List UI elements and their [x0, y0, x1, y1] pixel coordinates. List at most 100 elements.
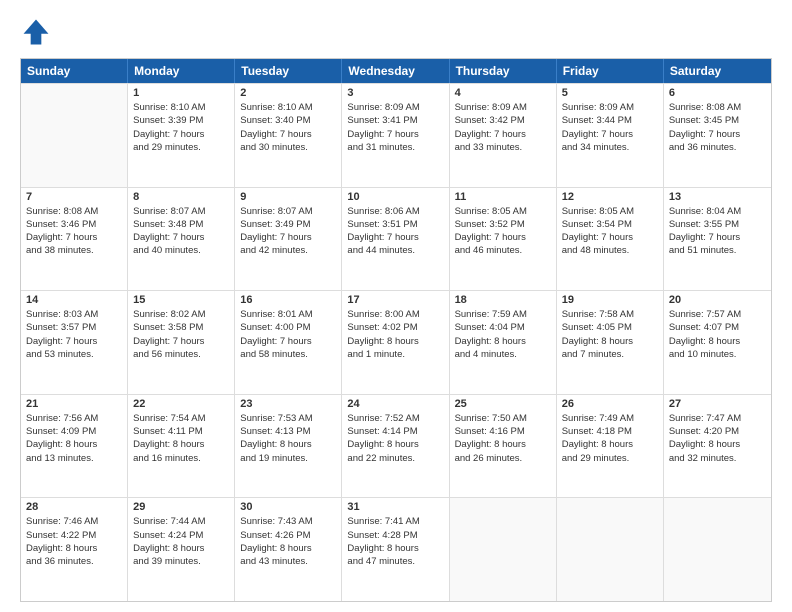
calendar-cell: 25Sunrise: 7:50 AM Sunset: 4:16 PM Dayli… — [450, 395, 557, 498]
calendar-cell: 17 Sunrise: 8:00 AM Sunset: 4:02 PM Dayli… — [342, 291, 449, 394]
page: SundayMondayTuesdayWednesdayThursdayFrid… — [0, 0, 792, 612]
cell-detail: Sunrise: 8:04 AM Sunset: 3:55 PM Dayligh… — [669, 205, 766, 258]
calendar-cell — [664, 498, 771, 601]
calendar-cell: 13 Sunrise: 8:04 AM Sunset: 3:55 PM Dayli… — [664, 188, 771, 291]
calendar-cell: 26 Sunrise: 7:49 AM Sunset: 4:18 PM Dayli… — [557, 395, 664, 498]
cell-detail: Sunrise: 8:10 AM Sunset: 3:39 PM Dayligh… — [133, 101, 229, 154]
header-day-friday: Friday — [557, 59, 664, 83]
cell-detail: Sunrise: 7:57 AM Sunset: 4:07 PM Dayligh… — [669, 308, 766, 361]
calendar-cell: 15 Sunrise: 8:02 AM Sunset: 3:58 PM Dayli… — [128, 291, 235, 394]
cell-detail: Sunrise: 7:41 AM Sunset: 4:28 PM Dayligh… — [347, 515, 443, 568]
header-day-tuesday: Tuesday — [235, 59, 342, 83]
calendar-cell: 21 Sunrise: 7:56 AM Sunset: 4:09 PM Dayli… — [21, 395, 128, 498]
cell-detail: Sunrise: 7:49 AM Sunset: 4:18 PM Dayligh… — [562, 412, 658, 465]
cell-detail: Sunrise: 7:44 AM Sunset: 4:24 PM Dayligh… — [133, 515, 229, 568]
cell-detail: Sunrise: 8:01 AM Sunset: 4:00 PM Dayligh… — [240, 308, 336, 361]
day-number: 7 — [26, 191, 122, 203]
header-day-thursday: Thursday — [450, 59, 557, 83]
cell-detail: Sunrise: 7:50 AM Sunset: 4:16 PM Dayligh… — [455, 412, 551, 465]
day-number: 31 — [347, 501, 443, 513]
calendar-cell: 19Sunrise: 7:58 AM Sunset: 4:05 PM Dayli… — [557, 291, 664, 394]
day-number: 9 — [240, 191, 336, 203]
cell-detail: Sunrise: 8:03 AM Sunset: 3:57 PM Dayligh… — [26, 308, 122, 361]
calendar-cell: 4 Sunrise: 8:09 AM Sunset: 3:42 PM Daylig… — [450, 84, 557, 187]
header-day-saturday: Saturday — [664, 59, 771, 83]
calendar-cell: 7 Sunrise: 8:08 AM Sunset: 3:46 PM Daylig… — [21, 188, 128, 291]
cell-detail: Sunrise: 8:05 AM Sunset: 3:52 PM Dayligh… — [455, 205, 551, 258]
day-number: 11 — [455, 191, 551, 203]
day-number: 4 — [455, 87, 551, 99]
cell-detail: Sunrise: 7:53 AM Sunset: 4:13 PM Dayligh… — [240, 412, 336, 465]
cell-detail: Sunrise: 8:05 AM Sunset: 3:54 PM Dayligh… — [562, 205, 658, 258]
day-number: 16 — [240, 294, 336, 306]
day-number: 29 — [133, 501, 229, 513]
calendar-cell: 12 Sunrise: 8:05 AM Sunset: 3:54 PM Dayli… — [557, 188, 664, 291]
calendar-body: 1Sunrise: 8:10 AM Sunset: 3:39 PM Daylig… — [21, 83, 771, 601]
day-number: 21 — [26, 398, 122, 410]
header — [20, 16, 772, 48]
header-day-wednesday: Wednesday — [342, 59, 449, 83]
calendar-cell: 20Sunrise: 7:57 AM Sunset: 4:07 PM Dayli… — [664, 291, 771, 394]
calendar-cell — [21, 84, 128, 187]
cell-detail: Sunrise: 8:02 AM Sunset: 3:58 PM Dayligh… — [133, 308, 229, 361]
cell-detail: Sunrise: 8:08 AM Sunset: 3:46 PM Dayligh… — [26, 205, 122, 258]
calendar-row-3: 21 Sunrise: 7:56 AM Sunset: 4:09 PM Dayli… — [21, 394, 771, 498]
cell-detail: Sunrise: 8:09 AM Sunset: 3:42 PM Dayligh… — [455, 101, 551, 154]
cell-detail: Sunrise: 8:08 AM Sunset: 3:45 PM Dayligh… — [669, 101, 766, 154]
calendar-cell: 23 Sunrise: 7:53 AM Sunset: 4:13 PM Dayli… — [235, 395, 342, 498]
cell-detail: Sunrise: 7:46 AM Sunset: 4:22 PM Dayligh… — [26, 515, 122, 568]
calendar-cell: 22Sunrise: 7:54 AM Sunset: 4:11 PM Dayli… — [128, 395, 235, 498]
day-number: 17 — [347, 294, 443, 306]
calendar-header-row: SundayMondayTuesdayWednesdayThursdayFrid… — [21, 59, 771, 83]
cell-detail: Sunrise: 7:52 AM Sunset: 4:14 PM Dayligh… — [347, 412, 443, 465]
day-number: 26 — [562, 398, 658, 410]
calendar-cell: 5 Sunrise: 8:09 AM Sunset: 3:44 PM Daylig… — [557, 84, 664, 187]
calendar-cell: 16 Sunrise: 8:01 AM Sunset: 4:00 PM Dayli… — [235, 291, 342, 394]
calendar-cell: 18 Sunrise: 7:59 AM Sunset: 4:04 PM Dayli… — [450, 291, 557, 394]
calendar-cell: 8Sunrise: 8:07 AM Sunset: 3:48 PM Daylig… — [128, 188, 235, 291]
day-number: 28 — [26, 501, 122, 513]
day-number: 30 — [240, 501, 336, 513]
cell-detail: Sunrise: 8:09 AM Sunset: 3:44 PM Dayligh… — [562, 101, 658, 154]
day-number: 12 — [562, 191, 658, 203]
calendar-cell: 3 Sunrise: 8:09 AM Sunset: 3:41 PM Daylig… — [342, 84, 449, 187]
calendar: SundayMondayTuesdayWednesdayThursdayFrid… — [20, 58, 772, 602]
cell-detail: Sunrise: 7:47 AM Sunset: 4:20 PM Dayligh… — [669, 412, 766, 465]
day-number: 13 — [669, 191, 766, 203]
calendar-row-2: 14Sunrise: 8:03 AM Sunset: 3:57 PM Dayli… — [21, 290, 771, 394]
calendar-cell: 10 Sunrise: 8:06 AM Sunset: 3:51 PM Dayli… — [342, 188, 449, 291]
cell-detail: Sunrise: 8:06 AM Sunset: 3:51 PM Dayligh… — [347, 205, 443, 258]
calendar-cell: 31 Sunrise: 7:41 AM Sunset: 4:28 PM Dayli… — [342, 498, 449, 601]
day-number: 15 — [133, 294, 229, 306]
cell-detail: Sunrise: 8:07 AM Sunset: 3:49 PM Dayligh… — [240, 205, 336, 258]
calendar-row-1: 7 Sunrise: 8:08 AM Sunset: 3:46 PM Daylig… — [21, 187, 771, 291]
cell-detail: Sunrise: 8:07 AM Sunset: 3:48 PM Dayligh… — [133, 205, 229, 258]
cell-detail: Sunrise: 7:59 AM Sunset: 4:04 PM Dayligh… — [455, 308, 551, 361]
calendar-row-4: 28 Sunrise: 7:46 AM Sunset: 4:22 PM Dayli… — [21, 497, 771, 601]
calendar-cell: 2 Sunrise: 8:10 AM Sunset: 3:40 PM Daylig… — [235, 84, 342, 187]
day-number: 19 — [562, 294, 658, 306]
day-number: 24 — [347, 398, 443, 410]
calendar-cell: 14Sunrise: 8:03 AM Sunset: 3:57 PM Dayli… — [21, 291, 128, 394]
day-number: 18 — [455, 294, 551, 306]
cell-detail: Sunrise: 7:56 AM Sunset: 4:09 PM Dayligh… — [26, 412, 122, 465]
cell-detail: Sunrise: 8:09 AM Sunset: 3:41 PM Dayligh… — [347, 101, 443, 154]
calendar-cell: 9 Sunrise: 8:07 AM Sunset: 3:49 PM Daylig… — [235, 188, 342, 291]
day-number: 23 — [240, 398, 336, 410]
calendar-cell: 28 Sunrise: 7:46 AM Sunset: 4:22 PM Dayli… — [21, 498, 128, 601]
calendar-cell — [450, 498, 557, 601]
calendar-cell: 24 Sunrise: 7:52 AM Sunset: 4:14 PM Dayli… — [342, 395, 449, 498]
calendar-cell: 27Sunrise: 7:47 AM Sunset: 4:20 PM Dayli… — [664, 395, 771, 498]
cell-detail: Sunrise: 7:43 AM Sunset: 4:26 PM Dayligh… — [240, 515, 336, 568]
cell-detail: Sunrise: 8:10 AM Sunset: 3:40 PM Dayligh… — [240, 101, 336, 154]
calendar-cell: 11 Sunrise: 8:05 AM Sunset: 3:52 PM Dayli… — [450, 188, 557, 291]
day-number: 6 — [669, 87, 766, 99]
day-number: 2 — [240, 87, 336, 99]
cell-detail: Sunrise: 8:00 AM Sunset: 4:02 PM Dayligh… — [347, 308, 443, 361]
logo — [20, 16, 56, 48]
day-number: 5 — [562, 87, 658, 99]
day-number: 10 — [347, 191, 443, 203]
calendar-row-0: 1Sunrise: 8:10 AM Sunset: 3:39 PM Daylig… — [21, 83, 771, 187]
day-number: 3 — [347, 87, 443, 99]
calendar-cell: 29 Sunrise: 7:44 AM Sunset: 4:24 PM Dayli… — [128, 498, 235, 601]
